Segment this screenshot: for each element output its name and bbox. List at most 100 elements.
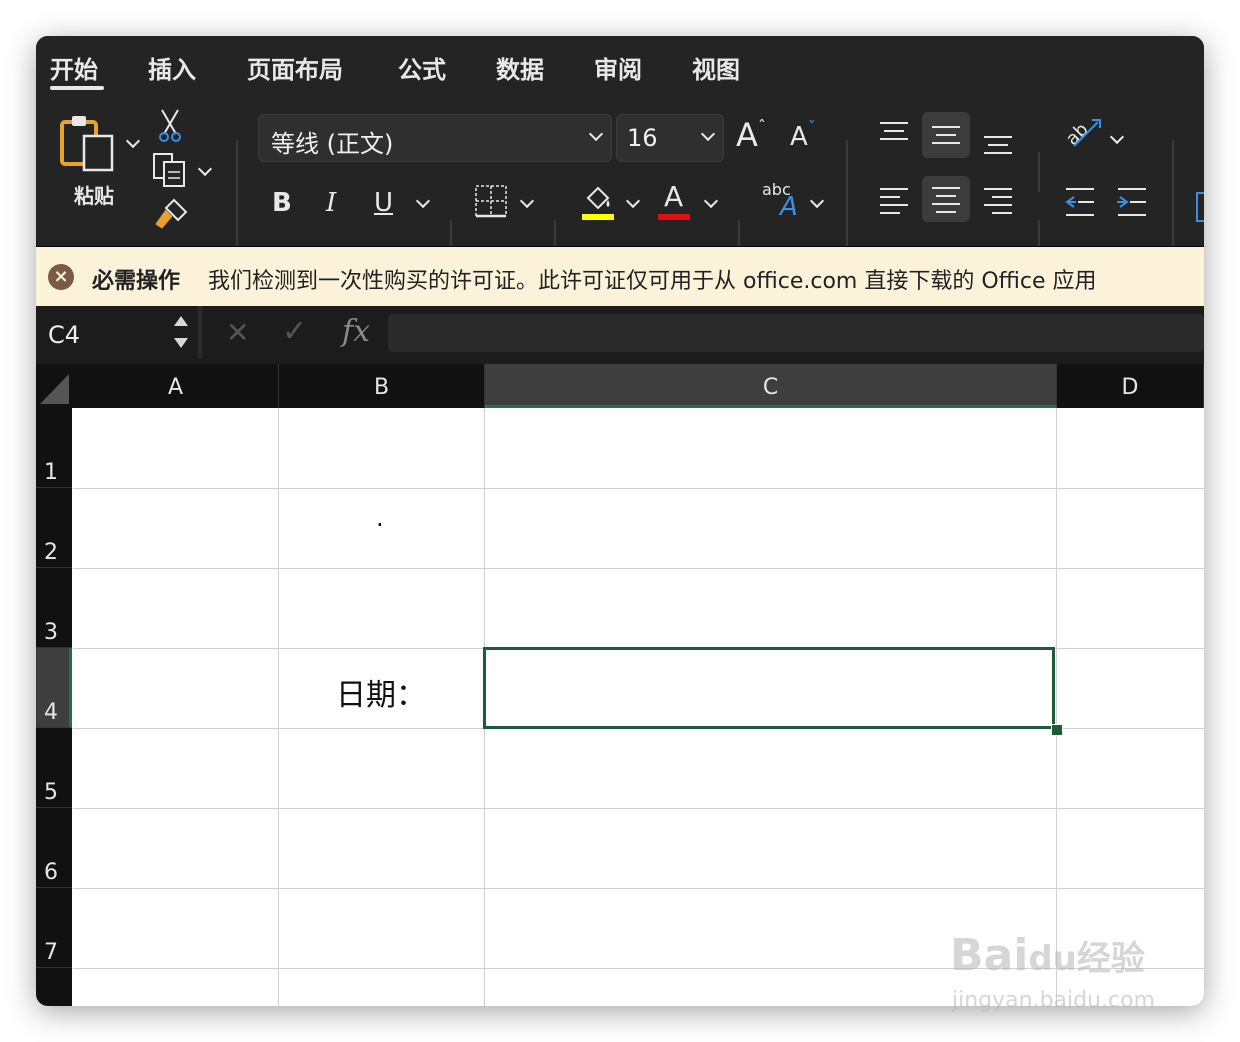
fill-handle[interactable] (1051, 724, 1063, 736)
underline-options-chevron-icon[interactable] (415, 193, 431, 209)
format-painter-button[interactable] (154, 196, 190, 234)
confirm-entry-icon[interactable]: ✓ (282, 314, 307, 349)
worksheet-grid[interactable]: A B C D 1 2 3 4 5 6 7 . 日期： (36, 364, 1204, 1006)
align-right-button[interactable] (984, 186, 1014, 216)
align-bottom-button[interactable] (984, 130, 1014, 160)
cancel-entry-icon[interactable]: ✕ (226, 316, 249, 349)
gridline (73, 488, 1204, 489)
cell-b4[interactable]: 日期： (336, 670, 426, 714)
gridline (73, 888, 1204, 889)
copy-button[interactable] (152, 152, 188, 192)
column-header-a[interactable]: A (73, 364, 279, 408)
text-orientation-icon: ab (1062, 119, 1101, 150)
tab-formulas[interactable]: 公式 (398, 50, 446, 85)
fill-color-button[interactable] (580, 182, 616, 226)
decrease-indent-button[interactable] (1064, 186, 1096, 222)
shrink-font-button[interactable]: Aˇ (790, 118, 816, 152)
increase-indent-icon (1117, 188, 1146, 216)
row-header-7[interactable]: 7 (36, 888, 72, 968)
align-top-button[interactable] (880, 120, 910, 150)
borders-options-chevron-icon[interactable] (519, 193, 535, 209)
row-number: 2 (44, 540, 58, 565)
copy-options-chevron-icon[interactable] (197, 161, 213, 177)
column-header-d[interactable]: D (1057, 364, 1204, 408)
formula-bar-divider (198, 306, 202, 358)
italic-button[interactable]: I (326, 188, 336, 218)
name-box-value: C4 (48, 321, 81, 349)
close-circle-icon[interactable]: × (48, 264, 74, 290)
select-all-triangle-icon (40, 374, 69, 404)
borders-button[interactable] (474, 184, 508, 222)
row-header-8[interactable] (36, 968, 72, 1006)
paste-button[interactable] (58, 110, 124, 180)
increase-indent-button[interactable] (1116, 186, 1148, 222)
notice-message: 我们检测到一次性购买的许可证。此许可证仅可用于从 office.com 直接下载… (208, 269, 1097, 294)
watermark-logo: Baidu经验 (950, 930, 1145, 981)
copy-icon (153, 153, 185, 187)
format-painter-icon (155, 198, 188, 229)
grow-font-button[interactable]: Aˆ (736, 116, 766, 154)
name-box-stepper-icon[interactable] (172, 314, 190, 350)
gridline (278, 408, 279, 1006)
gridline (73, 568, 1204, 569)
orientation-button[interactable]: ab (1062, 114, 1102, 158)
text-effects-chevron-icon[interactable] (809, 193, 825, 209)
font-size-dropdown[interactable]: 16 (616, 114, 724, 162)
text-effects-button[interactable]: abc A (762, 180, 806, 224)
tab-insert[interactable]: 插入 (148, 50, 196, 85)
wrap-text-icon[interactable] (1196, 192, 1204, 222)
bold-button[interactable]: B (272, 188, 292, 218)
column-header-c[interactable]: C (485, 364, 1057, 408)
select-all-corner[interactable] (36, 364, 73, 408)
license-notice-bar: × 必需操作 我们检测到一次性购买的许可证。此许可证仅可用于从 office.c… (36, 246, 1204, 307)
align-middle-button[interactable] (922, 112, 970, 158)
svg-text:ab: ab (1062, 119, 1093, 150)
paste-label: 粘贴 (74, 184, 114, 208)
borders-icon (475, 185, 507, 218)
clipboard-icon (60, 116, 114, 172)
active-tab-indicator (50, 86, 104, 90)
chevron-down-icon (700, 126, 716, 142)
row-header-4[interactable]: 4 (36, 648, 72, 728)
tab-page-layout[interactable]: 页面布局 (247, 50, 343, 85)
gridline (73, 808, 1204, 809)
insert-function-icon[interactable]: fx (342, 314, 370, 349)
formula-bar: C4 ✕ ✓ fx (36, 306, 1204, 364)
row-number: 6 (44, 860, 58, 885)
grow-font-icon: A (736, 116, 758, 154)
row-header-1[interactable]: 1 (36, 408, 72, 488)
formula-input[interactable] (388, 314, 1204, 352)
tab-home[interactable]: 开始 (50, 50, 98, 85)
font-name-dropdown[interactable]: 等线 (正文) (258, 114, 612, 162)
scissors-icon (159, 109, 181, 142)
tab-data[interactable]: 数据 (496, 50, 544, 85)
chevron-down-icon (588, 126, 604, 142)
align-center-button[interactable] (922, 176, 970, 222)
name-box[interactable]: C4 (36, 306, 198, 358)
cell-b2[interactable]: . (376, 504, 384, 532)
excel-window: 开始 插入 页面布局 公式 数据 审阅 视图 粘贴 等线 (正文) 16 Aˆ … (36, 36, 1204, 1006)
row-number: 3 (44, 620, 58, 645)
row-header-3[interactable]: 3 (36, 568, 72, 648)
watermark-cn: 经验 (1076, 939, 1145, 979)
tab-review[interactable]: 审阅 (594, 50, 642, 85)
column-header-b[interactable]: B (279, 364, 485, 408)
decrease-indent-icon (1065, 188, 1094, 216)
row-header-2[interactable]: 2 (36, 488, 72, 568)
cut-button[interactable] (156, 108, 184, 148)
underline-button[interactable]: U (374, 188, 393, 218)
fill-color-options-chevron-icon[interactable] (625, 193, 641, 209)
orientation-options-chevron-icon[interactable] (1109, 129, 1125, 145)
align-left-button[interactable] (880, 186, 910, 216)
row-header-5[interactable]: 5 (36, 728, 72, 808)
font-name-value: 等线 (正文) (271, 130, 394, 158)
font-color-button[interactable]: A (658, 180, 692, 220)
shrink-font-icon: A (790, 122, 808, 152)
row-header-6[interactable]: 6 (36, 808, 72, 888)
text-effects-icon: A (780, 192, 798, 222)
active-cell-c4[interactable] (483, 647, 1055, 729)
tab-view[interactable]: 视图 (692, 50, 740, 85)
paste-options-chevron-icon[interactable] (125, 133, 141, 149)
ribbon-home: 粘贴 等线 (正文) 16 Aˆ Aˇ B I U A abc A ab (36, 96, 1204, 264)
font-color-options-chevron-icon[interactable] (703, 193, 719, 209)
